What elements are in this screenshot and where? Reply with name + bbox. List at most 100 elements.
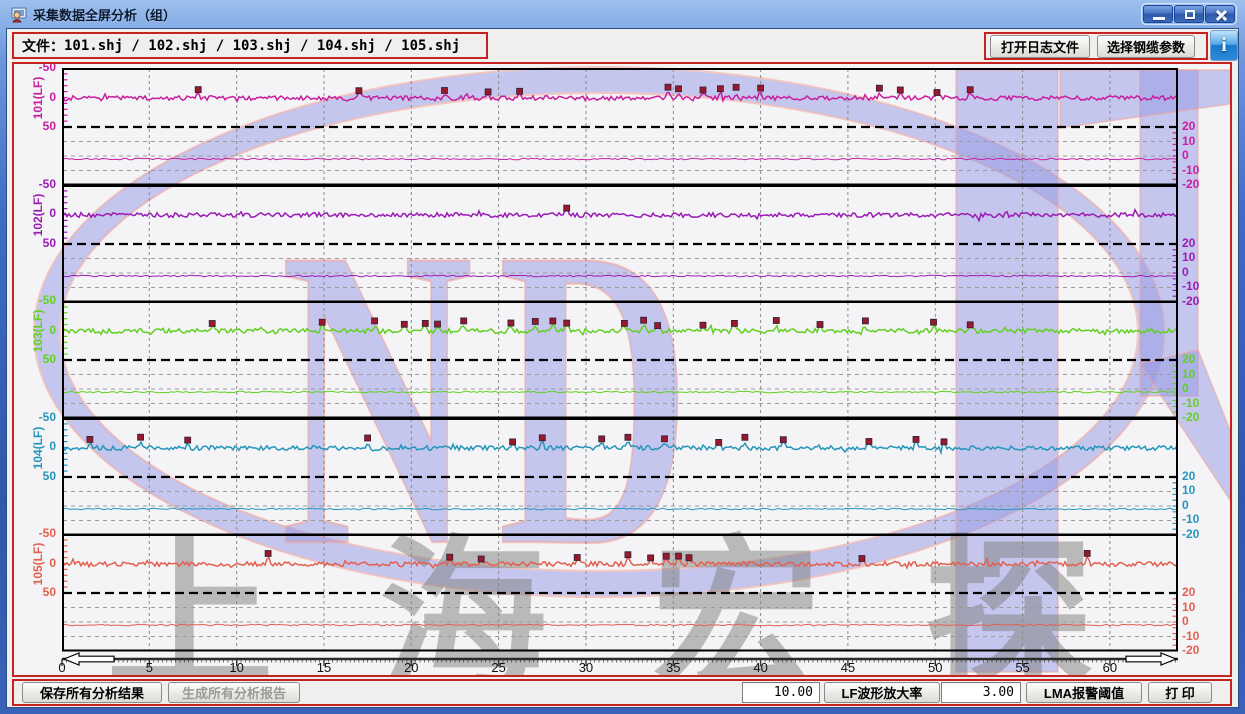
lma-tick: 20 [1182, 469, 1214, 483]
lma-tick: -10 [1182, 396, 1214, 410]
window-title: 采集数据全屏分析（组） [33, 5, 176, 24]
lma-tick: -20 [1182, 643, 1214, 657]
channel-plot-104.shj[interactable] [62, 418, 1178, 536]
titlebar: 采集数据全屏分析（组） [0, 0, 1245, 28]
defect-marker [517, 88, 523, 94]
defect-marker [717, 86, 723, 92]
defect-marker [686, 555, 692, 561]
lma-tick: 0 [1182, 265, 1214, 279]
lma-tick: -10 [1182, 163, 1214, 177]
defect-marker [967, 322, 973, 328]
lma-tick: 20 [1182, 119, 1214, 133]
x-tick-label: 25 [481, 660, 517, 675]
x-tick-label: 20 [393, 660, 429, 675]
lma-tick: 0 [1182, 614, 1214, 628]
defect-marker [941, 438, 947, 444]
file-bar-label: 文件： [22, 36, 64, 56]
channel-plot-105.shj[interactable] [62, 534, 1178, 652]
lf-trace [63, 421, 1177, 453]
cable-params-button[interactable]: 选择钢缆参数 [1097, 35, 1195, 58]
defect-marker [510, 438, 516, 444]
defect-marker [621, 320, 627, 326]
lma-trace [63, 624, 1176, 626]
defect-marker [780, 436, 786, 442]
lma-trace [63, 391, 1176, 393]
info-button[interactable]: i [1210, 30, 1238, 61]
defect-marker [532, 318, 538, 324]
defect-marker [372, 318, 378, 324]
defect-marker [859, 556, 865, 562]
defect-marker [676, 553, 682, 559]
defect-marker [365, 435, 371, 441]
channel-plot-103.shj[interactable] [62, 301, 1178, 419]
defect-marker [876, 85, 882, 91]
defect-marker [574, 555, 580, 561]
defect-marker [700, 322, 706, 328]
defect-marker [663, 553, 669, 559]
x-tick-label: 35 [655, 660, 691, 675]
defect-marker [758, 85, 764, 91]
defect-marker [508, 320, 514, 326]
lma-tick: 10 [1182, 250, 1214, 264]
lma-tick: -20 [1182, 177, 1214, 191]
maximize-icon[interactable] [1174, 5, 1204, 23]
lma-tick: 0 [1182, 148, 1214, 162]
x-tick-label: 15 [306, 660, 342, 675]
lma-tick: -20 [1182, 294, 1214, 308]
defect-marker [478, 556, 484, 562]
lma-threshold-button[interactable]: LMA报警阈值 [1026, 682, 1142, 703]
defect-marker [716, 439, 722, 445]
defect-marker [319, 319, 325, 325]
defect-marker [733, 84, 739, 90]
channel-lf-label: 103(LF) [31, 299, 45, 363]
lma-threshold-input[interactable] [941, 682, 1021, 703]
defect-marker [435, 321, 441, 327]
defect-marker [461, 318, 467, 324]
defect-marker [897, 87, 903, 93]
defect-marker [662, 435, 668, 441]
defect-marker [934, 90, 940, 96]
lma-trace [63, 508, 1176, 510]
defect-marker [931, 319, 937, 325]
channel-lf-label: 105(LF) [31, 532, 45, 596]
defect-marker [1084, 550, 1090, 556]
defect-marker [195, 87, 201, 93]
defect-marker [967, 87, 973, 93]
defect-marker [564, 205, 570, 211]
x-tick-label: 40 [743, 660, 779, 675]
defect-marker [485, 89, 491, 95]
x-tick-label: 30 [568, 660, 604, 675]
open-log-button[interactable]: 打开日志文件 [990, 35, 1090, 58]
lma-tick: -20 [1182, 527, 1214, 541]
x-tick-label: 5 [131, 660, 167, 675]
lma-trace [63, 158, 1176, 160]
defect-marker [539, 434, 545, 440]
minimize-icon[interactable] [1143, 5, 1173, 23]
defect-marker [265, 551, 271, 557]
file-list: 101.shj / 102.shj / 103.shj / 104.shj / … [64, 38, 460, 54]
channel-plot-102.shj[interactable] [62, 185, 1178, 303]
lma-tick: 20 [1182, 585, 1214, 599]
close-icon[interactable] [1205, 5, 1235, 23]
defect-marker [564, 320, 570, 326]
defect-marker [862, 318, 868, 324]
lf-trace [63, 188, 1177, 221]
lma-tick: -10 [1182, 512, 1214, 526]
channel-plot-101.shj[interactable] [62, 68, 1178, 186]
chart-area[interactable]: ND 上海宏探 -5005020100-10-20101(LF)101(LMA)… [12, 62, 1232, 677]
x-axis[interactable] [14, 649, 1230, 673]
lma-tick: 20 [1182, 352, 1214, 366]
lf-gain-input[interactable] [742, 682, 820, 703]
defect-marker [550, 318, 556, 324]
lf-trace [63, 71, 1177, 102]
pan-right-arrow[interactable] [1126, 653, 1176, 665]
lf-gain-button[interactable]: LF波形放大率 [824, 682, 940, 703]
x-tick-label: 10 [219, 660, 255, 675]
defect-marker [641, 317, 647, 323]
generate-reports-button: 生成所有分析报告 [168, 682, 300, 703]
save-all-results-button[interactable]: 保存所有分析结果 [22, 682, 162, 703]
lma-tick: 0 [1182, 498, 1214, 512]
print-button[interactable]: 打 印 [1148, 682, 1212, 703]
defect-marker [599, 435, 605, 441]
defect-marker [676, 86, 682, 92]
